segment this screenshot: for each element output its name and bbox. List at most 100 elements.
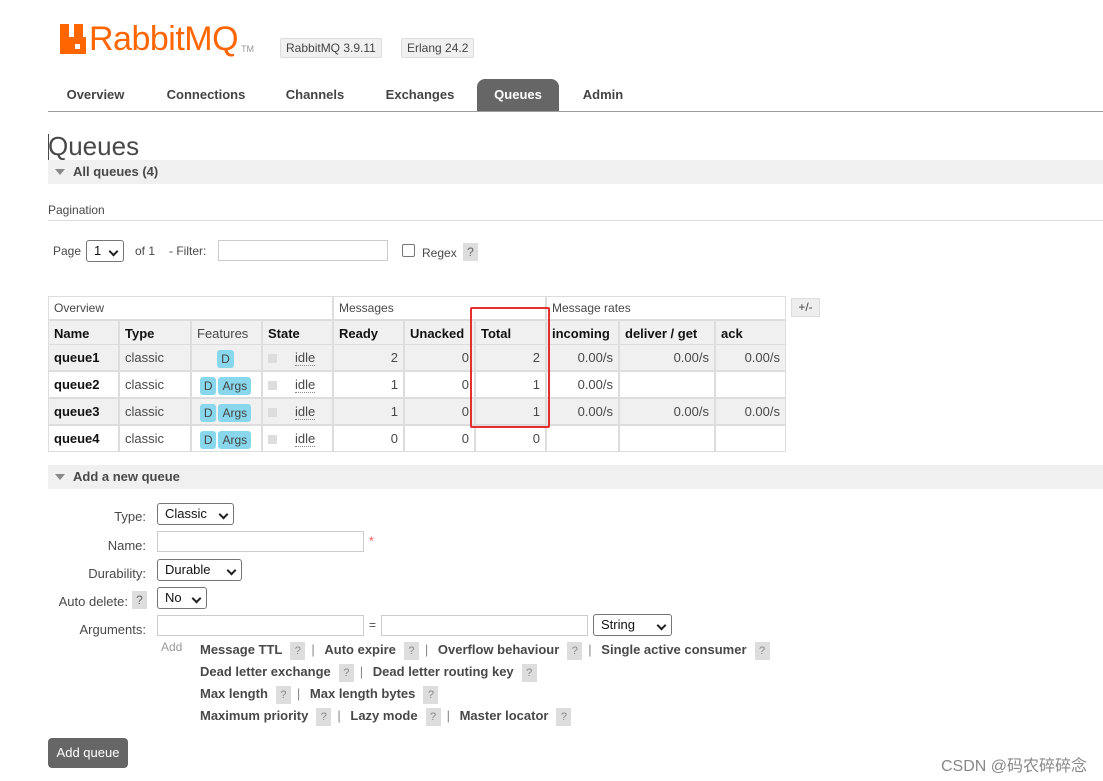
deliver-get-rate xyxy=(619,371,715,398)
regex-checkbox[interactable] xyxy=(402,244,415,257)
add-queue-section-header[interactable]: Add a new queue xyxy=(48,465,1103,489)
argument-shortcuts-row: Dead letter exchange? | Dead letter routi… xyxy=(200,663,543,682)
all-queues-label: All queues (4) xyxy=(73,164,159,179)
arg-master-locator-link[interactable]: Master locator xyxy=(460,708,549,723)
arg-message-ttl-link[interactable]: Message TTL xyxy=(200,642,282,657)
add-queue-label: Add a new queue xyxy=(73,469,180,484)
help-button[interactable]: ? xyxy=(423,686,439,704)
column-header-ready[interactable]: Ready xyxy=(333,320,404,347)
tab-channels[interactable]: Channels xyxy=(270,79,360,111)
rabbitmq-logo[interactable]: RabbitMQ TM xyxy=(60,20,254,58)
arg-max-length-bytes-link[interactable]: Max length bytes xyxy=(310,686,415,701)
tab-queues[interactable]: Queues xyxy=(477,79,559,111)
arg-dead-letter-exchange-link[interactable]: Dead letter exchange xyxy=(200,664,331,679)
column-header-deliver-get[interactable]: deliver / get xyxy=(619,320,715,347)
help-button[interactable]: ? xyxy=(567,642,583,660)
tab-admin[interactable]: Admin xyxy=(568,79,638,111)
column-header-features: Features xyxy=(191,320,262,347)
tab-connections[interactable]: Connections xyxy=(151,79,261,111)
queue-features: D Args xyxy=(191,425,262,452)
arg-lazy-mode-link[interactable]: Lazy mode xyxy=(350,708,417,723)
all-queues-section-header[interactable]: All queues (4) xyxy=(48,160,1103,184)
help-button[interactable]: ? xyxy=(290,642,306,660)
column-header-type[interactable]: Type xyxy=(119,320,191,347)
column-header-incoming[interactable]: incoming xyxy=(546,320,619,347)
pagination-heading: Pagination xyxy=(48,203,105,217)
argument-value-input[interactable] xyxy=(381,615,588,636)
incoming-rate xyxy=(546,425,619,452)
queue-name-link[interactable]: queue1 xyxy=(48,344,119,371)
state-text: idle xyxy=(295,377,316,393)
args-badge[interactable]: Args xyxy=(218,403,252,422)
page-select[interactable]: 1 xyxy=(86,240,124,262)
arg-single-active-consumer-link[interactable]: Single active consumer xyxy=(601,642,746,657)
queue-state: idle xyxy=(262,344,333,371)
auto-delete-select[interactable]: No xyxy=(157,587,207,609)
auto-delete-label: Auto delete: xyxy=(58,594,128,609)
durable-badge: D xyxy=(217,349,234,368)
durability-select[interactable]: Durable xyxy=(157,559,242,581)
queue-features: D Args xyxy=(191,371,262,398)
queue-type: classic xyxy=(119,398,191,425)
chevron-down-icon xyxy=(656,620,667,631)
group-header-overview: Overview xyxy=(48,296,333,320)
pagination-divider xyxy=(48,220,1103,221)
state-indicator-icon xyxy=(268,408,277,418)
arg-max-length-link[interactable]: Max length xyxy=(200,686,268,701)
state-indicator-icon xyxy=(268,435,277,445)
ready-count: 2 xyxy=(333,344,404,371)
chevron-down-icon xyxy=(226,565,237,576)
arg-maximum-priority-link[interactable]: Maximum priority xyxy=(200,708,308,723)
ready-count: 0 xyxy=(333,425,404,452)
logo-text: RabbitMQ xyxy=(89,20,239,58)
column-header-ack[interactable]: ack xyxy=(715,320,786,347)
ack-rate: 0.00/s xyxy=(715,344,786,371)
state-text: idle xyxy=(295,404,316,420)
name-label: Name: xyxy=(107,538,146,553)
auto-delete-help-button[interactable]: ? xyxy=(132,591,147,609)
state-indicator-icon xyxy=(268,354,277,364)
help-button[interactable]: ? xyxy=(403,642,419,660)
group-header-message-rates: Message rates xyxy=(546,296,786,320)
total-column-highlight xyxy=(470,307,550,428)
column-header-name[interactable]: Name xyxy=(48,320,119,347)
help-button[interactable]: ? xyxy=(338,664,354,682)
argument-key-input[interactable] xyxy=(157,615,364,636)
queue-name-input[interactable] xyxy=(157,531,364,552)
queue-type-select[interactable]: Classic xyxy=(157,503,234,525)
state-text: idle xyxy=(295,431,316,447)
queue-state: idle xyxy=(262,371,333,398)
help-button[interactable]: ? xyxy=(754,642,770,660)
help-button[interactable]: ? xyxy=(521,664,537,682)
tab-exchanges[interactable]: Exchanges xyxy=(370,79,470,111)
queue-name-link[interactable]: queue4 xyxy=(48,425,119,452)
regex-help-button[interactable]: ? xyxy=(463,243,478,261)
column-header-state[interactable]: State xyxy=(262,320,333,347)
help-button[interactable]: ? xyxy=(316,708,332,726)
columns-toggle-button[interactable]: +/- xyxy=(791,298,820,317)
regex-label: Regex xyxy=(422,246,457,260)
ready-count: 1 xyxy=(333,371,404,398)
tab-overview[interactable]: Overview xyxy=(48,79,143,111)
durable-badge: D xyxy=(199,430,217,449)
durability-label: Durability: xyxy=(88,566,146,581)
queue-features: D Args xyxy=(191,398,262,425)
csdn-watermark: CSDN @码农碎碎念 xyxy=(940,758,1087,775)
args-badge[interactable]: Args xyxy=(218,430,252,449)
arg-dead-letter-routing-key-link[interactable]: Dead letter routing key xyxy=(373,664,514,679)
argument-type-select[interactable]: String xyxy=(593,614,672,636)
filter-input[interactable] xyxy=(218,240,388,261)
auto-delete-value: No xyxy=(165,590,182,605)
help-button[interactable]: ? xyxy=(556,708,572,726)
arg-auto-expire-link[interactable]: Auto expire xyxy=(324,642,396,657)
add-queue-button[interactable]: Add queue xyxy=(48,738,128,768)
queue-type-value: Classic xyxy=(165,506,207,521)
args-badge[interactable]: Args xyxy=(218,376,252,395)
help-button[interactable]: ? xyxy=(425,708,441,726)
arg-overflow-behaviour-link[interactable]: Overflow behaviour xyxy=(438,642,559,657)
queue-name-link[interactable]: queue3 xyxy=(48,398,119,425)
column-header-unacked[interactable]: Unacked xyxy=(404,320,475,347)
argument-shortcuts-row: Maximum priority? | Lazy mode? | Master lo… xyxy=(200,707,577,726)
help-button[interactable]: ? xyxy=(275,686,291,704)
queue-name-link[interactable]: queue2 xyxy=(48,371,119,398)
